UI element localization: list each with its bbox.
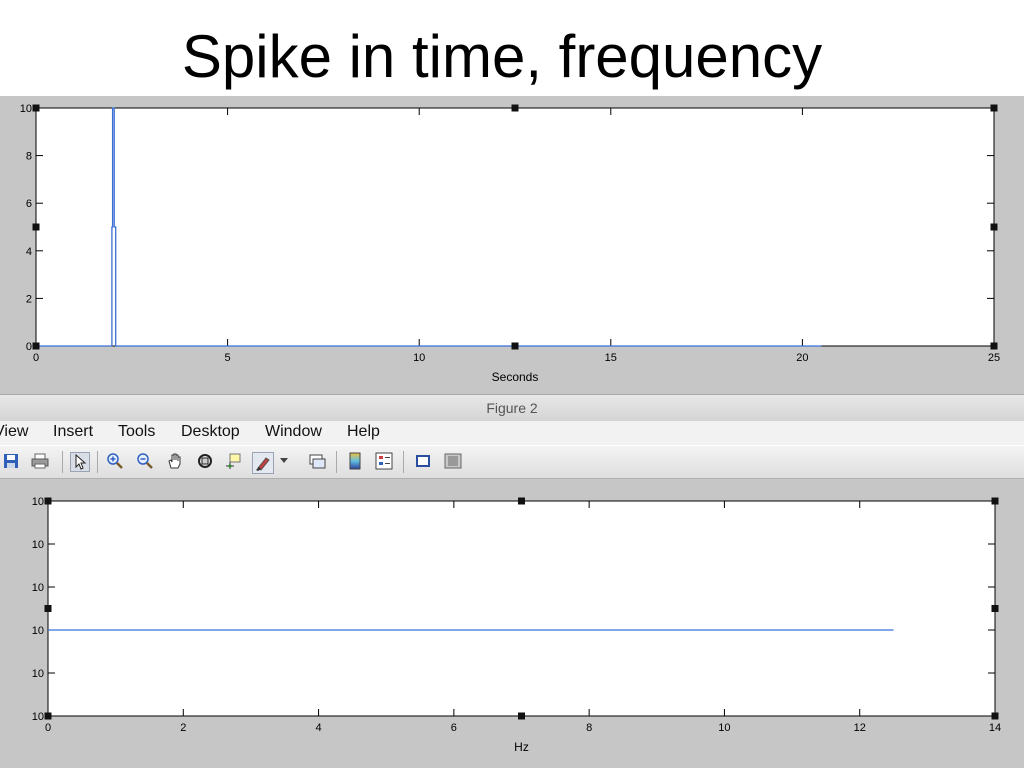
x-tick-label: 0 — [33, 352, 39, 364]
figure2-menubar: View Insert Tools Desktop Window Help — [0, 421, 1024, 445]
colorbar-icon[interactable] — [346, 452, 364, 470]
show-plot-tools-icon[interactable] — [444, 452, 462, 470]
dropdown-arrow-icon[interactable] — [279, 452, 289, 470]
selection-handle — [991, 712, 999, 720]
menu-help[interactable]: Help — [347, 423, 380, 441]
y-tick-label: 4 — [26, 246, 32, 258]
y-tick-label: 10 — [20, 103, 32, 115]
x-tick-label: 25 — [988, 352, 1000, 364]
y-tick-label: 10 — [32, 539, 44, 551]
print-icon[interactable] — [31, 452, 49, 470]
zoom-out-icon[interactable] — [136, 452, 154, 470]
selection-handle — [990, 104, 998, 112]
selection-handle — [511, 104, 519, 112]
selection-handle — [44, 605, 52, 612]
zoom-in-icon[interactable] — [106, 452, 124, 470]
x-tick-label: 14 — [989, 722, 1001, 734]
x-tick-label: 6 — [451, 722, 457, 734]
brush-icon[interactable] — [252, 452, 274, 474]
selection-handle — [32, 104, 40, 112]
x-tick-label: 12 — [854, 722, 866, 734]
x-tick-label: 2 — [180, 722, 186, 734]
y-tick-label: 10 — [32, 711, 44, 723]
y-tick-label: 2 — [26, 293, 32, 305]
x-tick-label: 4 — [316, 722, 322, 734]
link-plot-icon[interactable] — [308, 452, 326, 470]
selection-handle — [990, 342, 998, 350]
x-tick-label: 5 — [225, 352, 231, 364]
y-tick-label: 8 — [26, 151, 32, 163]
data-cursor-icon[interactable] — [224, 452, 242, 470]
figure2-toolbar — [0, 446, 1024, 479]
x-axis-label: Seconds — [492, 370, 539, 384]
menu-view[interactable]: View — [0, 423, 28, 441]
y-tick-label: 10 — [32, 582, 44, 594]
figure2-titlebar: Figure 2 — [0, 394, 1024, 422]
selection-handle — [32, 342, 40, 350]
x-tick-label: 0 — [45, 722, 51, 734]
selection-handle — [511, 342, 519, 350]
selection-handle — [44, 712, 52, 720]
save-icon[interactable] — [2, 452, 20, 470]
y-tick-label: 6 — [26, 198, 32, 210]
hide-plot-tools-icon[interactable] — [414, 452, 432, 470]
time-plot[interactable]: 0 5 10 15 20 25 0 2 4 6 8 10 Seconds — [0, 96, 1024, 394]
menu-insert[interactable]: Insert — [53, 423, 93, 441]
x-tick-label: 10 — [718, 722, 730, 734]
x-tick-label: 10 — [413, 352, 425, 364]
x-tick-label: 8 — [586, 722, 592, 734]
slide-title: Spike in time, frequency — [181, 23, 823, 90]
selection-handle — [518, 712, 525, 720]
selection-handle — [991, 605, 999, 612]
menu-tools[interactable]: Tools — [118, 423, 155, 441]
y-tick-label: 10 — [32, 625, 44, 637]
y-tick-label: 10 — [32, 668, 44, 680]
legend-icon[interactable] — [375, 452, 393, 470]
x-tick-label: 15 — [605, 352, 617, 364]
selection-handle — [990, 223, 998, 231]
menu-desktop[interactable]: Desktop — [181, 423, 240, 441]
pan-hand-icon[interactable] — [166, 452, 184, 470]
frequency-plot[interactable]: 0 2 4 6 8 10 12 14 10 10 10 10 10 10 Hz — [0, 479, 1024, 768]
figure2-title: Figure 2 — [486, 400, 538, 416]
selection-handle — [518, 497, 525, 505]
plot-area — [35, 107, 995, 347]
selection-handle — [991, 497, 999, 505]
menu-window[interactable]: Window — [265, 423, 322, 441]
selection-handle — [44, 497, 52, 505]
x-axis-label: Hz — [514, 740, 529, 754]
rotate-3d-icon[interactable] — [196, 452, 214, 470]
y-tick-label: 10 — [32, 496, 44, 508]
selection-handle — [32, 223, 40, 231]
pointer-icon[interactable] — [70, 452, 90, 472]
plot-area — [47, 500, 996, 717]
x-tick-label: 20 — [796, 352, 808, 364]
y-tick-label: 0 — [26, 341, 32, 353]
